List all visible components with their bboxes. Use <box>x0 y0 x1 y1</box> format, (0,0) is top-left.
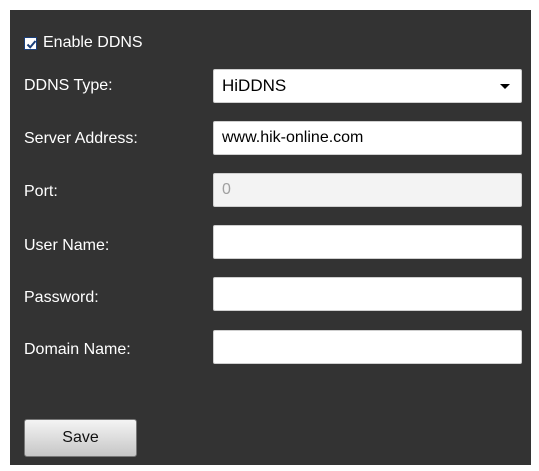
port-label: Port: <box>24 183 58 200</box>
user-name-input[interactable] <box>213 225 522 259</box>
user-name-label: User Name: <box>24 237 110 254</box>
port-input[interactable]: 0 <box>213 173 522 207</box>
domain-name-label: Domain Name: <box>24 341 131 358</box>
enable-ddns-label: Enable DDNS <box>43 34 143 51</box>
enable-ddns-row[interactable]: Enable DDNS <box>24 33 143 53</box>
checkmark-icon <box>26 39 37 49</box>
chevron-down-icon[interactable] <box>500 84 510 89</box>
ddns-type-label: DDNS Type: <box>24 77 113 94</box>
ddns-type-select[interactable]: HiDDNS <box>213 69 522 103</box>
domain-name-input[interactable] <box>213 330 522 364</box>
save-button[interactable]: Save <box>24 419 137 457</box>
server-address-input[interactable]: www.hik-online.com <box>213 121 522 155</box>
enable-ddns-checkbox[interactable] <box>24 36 37 50</box>
server-address-label: Server Address: <box>24 130 138 147</box>
password-input[interactable] <box>213 277 522 311</box>
ddns-type-value: HiDDNS <box>222 76 287 95</box>
password-label: Password: <box>24 289 99 306</box>
